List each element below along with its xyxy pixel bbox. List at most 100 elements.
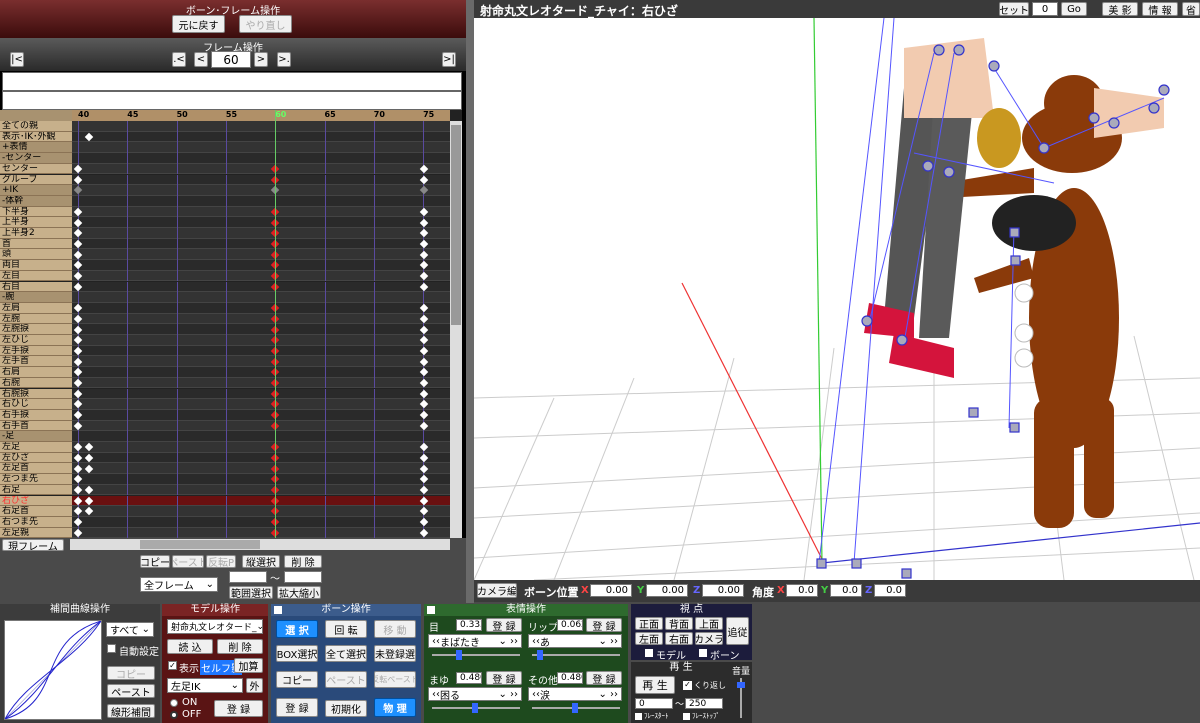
keyframe-marker[interactable] [73, 400, 83, 409]
brow-morph-value[interactable]: 0.480 [456, 672, 482, 684]
keyframe-marker[interactable] [419, 271, 429, 281]
bone-key-row[interactable] [72, 388, 450, 400]
keyframe-marker[interactable] [419, 314, 429, 324]
volume-slider[interactable] [737, 678, 745, 718]
rot-x-input[interactable]: 0.0 [786, 584, 818, 597]
bone-key-row[interactable] [72, 153, 450, 164]
other-slider[interactable] [532, 703, 620, 713]
bone-row-label[interactable]: 右手捩 [0, 409, 72, 421]
bone-key-row[interactable] [72, 249, 450, 261]
frame-number-input[interactable]: 60 [211, 51, 251, 68]
bone-key-row[interactable] [72, 292, 450, 303]
keyframe-marker[interactable] [73, 239, 83, 249]
info-button[interactable]: 情 報 [1142, 2, 1178, 16]
bone-row-label[interactable]: 右ひじ [0, 399, 72, 410]
play-button[interactable]: 再 生 [635, 676, 675, 694]
frame-range-select[interactable]: 全フレーム ⌄ [140, 577, 218, 592]
bone-row-label[interactable]: 右足 [0, 484, 72, 496]
bone-row-label[interactable]: -センター [0, 153, 72, 164]
keyframe-marker[interactable] [73, 207, 83, 217]
bone-row-label[interactable]: 両目 [0, 260, 72, 271]
keyframe-marker[interactable] [73, 496, 83, 506]
interp-paste-button[interactable]: ペースト [107, 684, 155, 698]
bone-row-label[interactable]: 右ひざ [0, 495, 72, 507]
play-to-input[interactable]: 250 [685, 698, 723, 709]
redo-button[interactable]: やり直し [239, 15, 292, 33]
bone-key-row[interactable] [72, 163, 450, 175]
rot-z-input[interactable]: 0.0 [874, 584, 906, 597]
keyframe-marker[interactable] [419, 464, 429, 473]
keyframe-marker[interactable] [419, 368, 429, 377]
bone-key-row[interactable] [72, 345, 450, 357]
keyframe-marker[interactable] [73, 475, 83, 484]
keyframe-marker[interactable] [419, 453, 429, 463]
bone-row-label[interactable]: 左足首 [0, 463, 72, 475]
keyframe-marker[interactable] [419, 443, 429, 452]
timeline-hscroll[interactable] [70, 539, 450, 550]
tl-delete-button[interactable]: 削 除 [284, 555, 322, 568]
other-morph-select[interactable]: ‹‹ 涙 ⌄ ›› [528, 687, 622, 701]
keyframe-marker[interactable] [73, 410, 83, 420]
bone-key-row[interactable] [72, 174, 450, 186]
bone-row-label[interactable]: 右腕捩 [0, 388, 72, 400]
bone-key-row[interactable] [72, 228, 450, 239]
model-load-button[interactable]: 読 込 [167, 639, 213, 654]
set-button[interactable]: セット [999, 2, 1029, 16]
repeat-checkbox[interactable]: ✓ [683, 681, 692, 690]
left-view-button[interactable]: 左面 [635, 632, 663, 645]
bone-key-row[interactable] [72, 238, 450, 250]
model-delete-button[interactable]: 削 除 [217, 639, 263, 654]
model-register-button[interactable]: 登 録 [214, 700, 263, 717]
prev-key-button[interactable]: .< [172, 52, 186, 67]
follow-button[interactable]: 追従 [726, 617, 749, 645]
keyframe-marker[interactable] [73, 528, 83, 538]
lip-morph-value[interactable]: 0.062 [557, 619, 583, 631]
bone-init-button[interactable]: 初期化 [325, 700, 367, 717]
range-to-input[interactable] [284, 571, 322, 583]
brow-morph-select[interactable]: ‹‹ 困る ⌄ ›› [428, 687, 522, 701]
bone-row-label[interactable]: -体幹 [0, 195, 72, 207]
bone-paste-button[interactable]: ペースト [325, 671, 367, 688]
pos-y-input[interactable]: 0.00 [646, 584, 688, 597]
bone-paste-reverse-button[interactable]: 反転ペースト [374, 671, 416, 688]
panel-splitter[interactable] [466, 0, 474, 603]
model-view-checkbox[interactable] [645, 649, 653, 657]
keyframe-marker[interactable] [73, 485, 83, 495]
bone-row-label[interactable]: 表示･IK･外観 [0, 131, 72, 143]
front-view-button[interactable]: 正面 [635, 617, 663, 630]
keyframe-marker[interactable] [73, 250, 83, 259]
bone-key-row[interactable] [72, 399, 450, 410]
bone-key-row[interactable] [72, 409, 450, 421]
rot-y-input[interactable]: 0.0 [830, 584, 862, 597]
tl-paste-rev-button[interactable]: 反転P [206, 555, 236, 568]
bone-row-label[interactable]: 右腕 [0, 377, 72, 389]
bone-row-label[interactable]: 左足親 [0, 527, 72, 538]
undo-button[interactable]: 元に戻す [172, 15, 225, 33]
bone-row-label[interactable]: 左目 [0, 270, 72, 282]
go-button[interactable]: Go [1061, 2, 1087, 16]
keyframe-marker[interactable] [73, 282, 83, 292]
last-frame-button[interactable]: >| [442, 52, 456, 67]
select-all-button[interactable]: 全て選択 [325, 645, 367, 662]
keyframe-marker[interactable] [419, 475, 429, 484]
keyframe-marker[interactable] [73, 314, 83, 324]
keyframe-marker[interactable] [419, 261, 429, 270]
keyframe-marker[interactable] [419, 528, 429, 538]
bone-row-label[interactable]: 左肩 [0, 302, 72, 314]
bone-row-label[interactable]: 左つま先 [0, 474, 72, 485]
keyframe-marker[interactable] [419, 218, 429, 227]
set-frame-input[interactable]: 0 [1032, 2, 1058, 16]
eye-slider[interactable] [432, 650, 520, 660]
current-frame-button[interactable]: 現フレーム [2, 539, 64, 551]
keyframe-marker[interactable] [73, 389, 83, 399]
keyframe-marker[interactable] [419, 325, 429, 334]
range-from-input[interactable] [229, 571, 267, 583]
bone-row-label[interactable]: 左ひざ [0, 452, 72, 464]
bone-key-row[interactable] [72, 131, 450, 143]
other-register-button[interactable]: 登 録 [586, 671, 622, 685]
brow-register-button[interactable]: 登 録 [486, 671, 522, 685]
range-select-button[interactable]: 範囲選択 [229, 586, 273, 599]
keyframe-marker[interactable] [84, 453, 94, 463]
keyframe-marker[interactable] [419, 303, 429, 313]
keyframe-marker[interactable] [84, 132, 94, 142]
